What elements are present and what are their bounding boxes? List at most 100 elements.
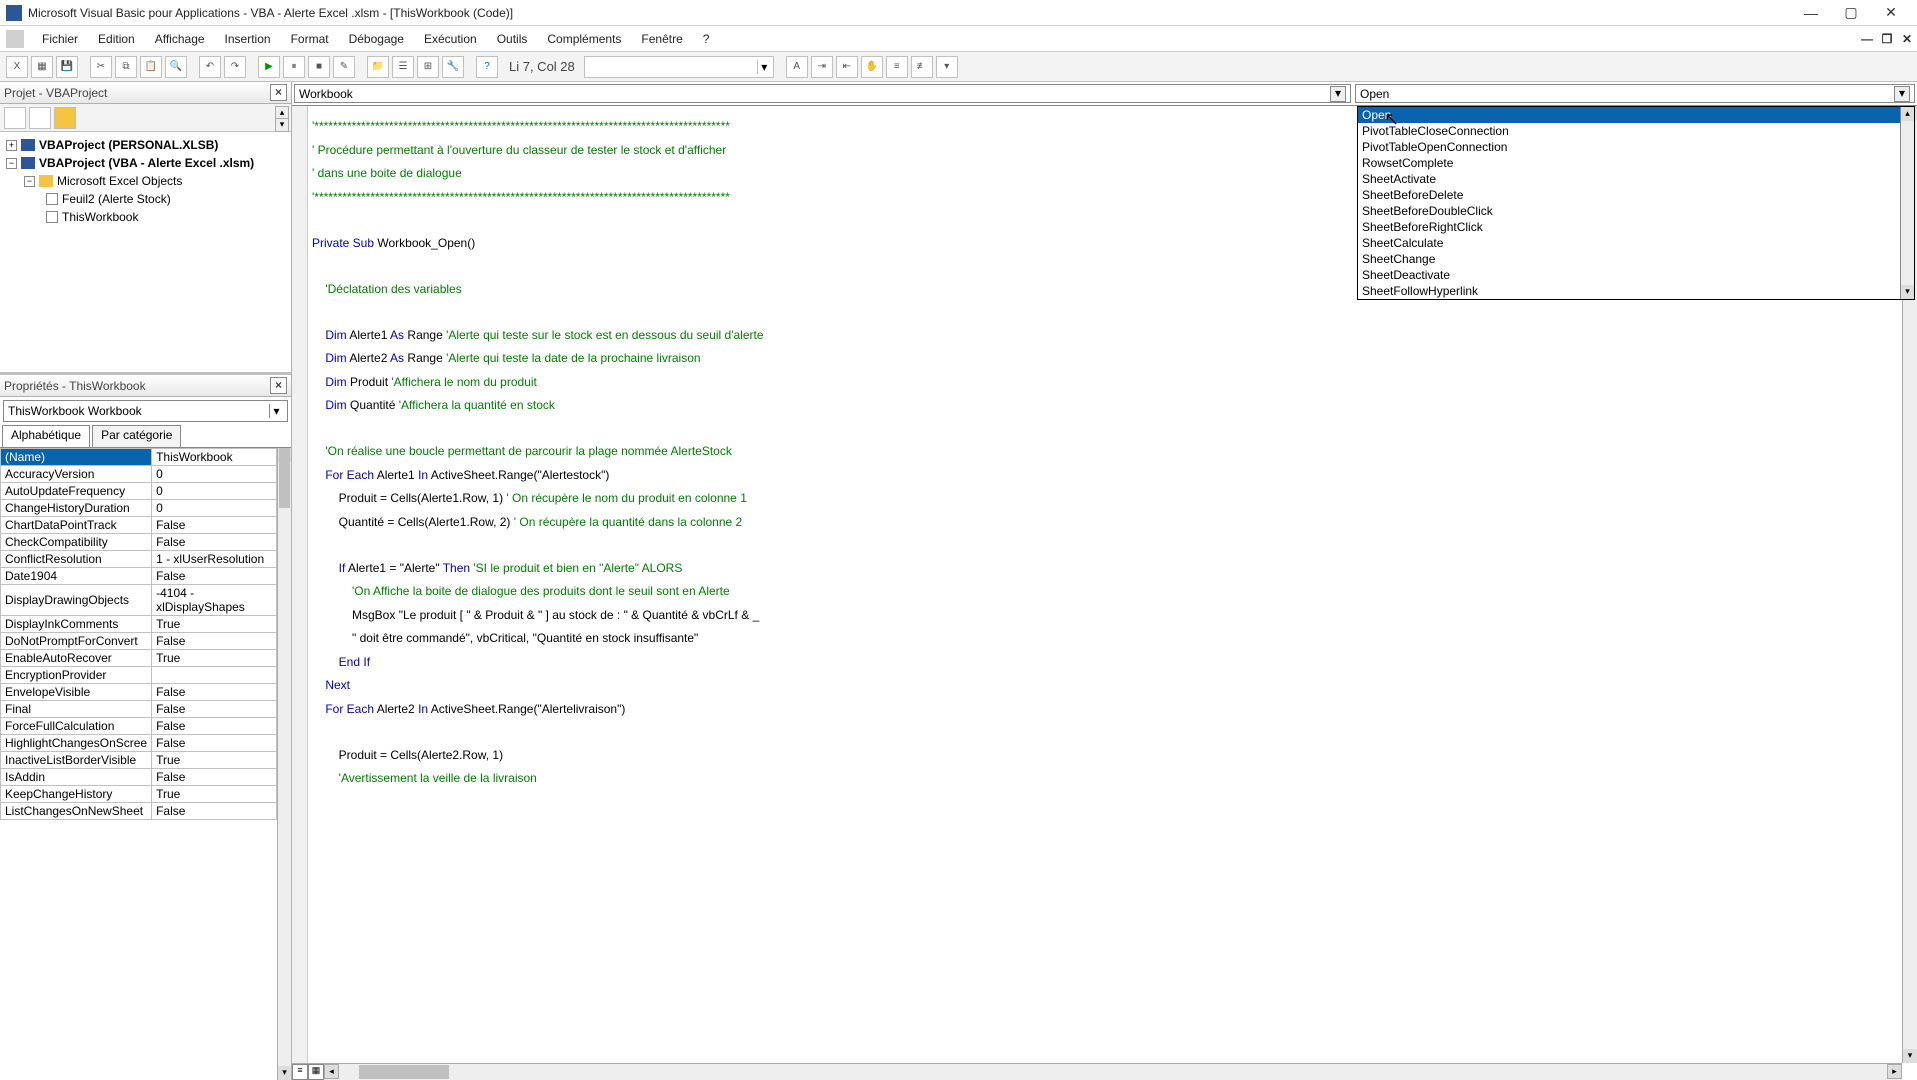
property-row[interactable]: DisplayDrawingObjects-4104 - xlDisplaySh… bbox=[1, 585, 277, 616]
project-folder-excel-objects[interactable]: −Microsoft Excel Objects bbox=[2, 172, 289, 190]
toolbox-button[interactable]: 🔧 bbox=[442, 56, 464, 78]
doc-restore-button[interactable]: ❐ bbox=[1877, 32, 1897, 46]
property-row[interactable]: ChartDataPointTrackFalse bbox=[1, 517, 277, 534]
menu-execution[interactable]: Exécution bbox=[414, 32, 487, 46]
design-mode-button[interactable]: ✎ bbox=[333, 56, 355, 78]
view-excel-button[interactable]: X bbox=[6, 56, 28, 78]
dropdown-option[interactable]: SheetBeforeRightClick bbox=[1358, 219, 1914, 235]
menu-outils[interactable]: Outils bbox=[487, 32, 538, 46]
uncomment-button[interactable]: ≢ bbox=[911, 56, 933, 78]
scroll-left-icon[interactable]: ◂ bbox=[324, 1064, 339, 1079]
property-row[interactable]: EnvelopeVisibleFalse bbox=[1, 684, 277, 701]
property-value[interactable]: False bbox=[152, 568, 277, 585]
run-button[interactable]: ▶ bbox=[258, 56, 280, 78]
property-value[interactable]: 1 - xlUserResolution bbox=[152, 551, 277, 568]
property-value[interactable]: ThisWorkbook bbox=[152, 449, 277, 466]
view-object-button[interactable] bbox=[29, 107, 51, 129]
view-code-button[interactable] bbox=[4, 107, 26, 129]
property-value[interactable]: -4104 - xlDisplayShapes bbox=[152, 585, 277, 616]
property-value[interactable]: False bbox=[152, 684, 277, 701]
dropdown-option[interactable]: PivotTableOpenConnection bbox=[1358, 139, 1914, 155]
comment-button[interactable]: ≡ bbox=[886, 56, 908, 78]
property-row[interactable]: HighlightChangesOnScreeFalse bbox=[1, 735, 277, 752]
outdent-button[interactable]: ⇤ bbox=[836, 56, 858, 78]
property-value[interactable]: True bbox=[152, 752, 277, 769]
dropdown-option[interactable]: SheetBeforeDoubleClick bbox=[1358, 203, 1914, 219]
save-button[interactable]: 💾 bbox=[56, 56, 78, 78]
toggle-folders-button[interactable] bbox=[54, 107, 76, 129]
dropdown-option[interactable]: SheetBeforeDelete bbox=[1358, 187, 1914, 203]
property-row[interactable]: IsAddinFalse bbox=[1, 769, 277, 786]
property-row[interactable]: KeepChangeHistoryTrue bbox=[1, 786, 277, 803]
paste-button[interactable]: 📋 bbox=[140, 56, 162, 78]
scroll-up-icon[interactable]: ▴ bbox=[1901, 107, 1914, 121]
menu-insertion[interactable]: Insertion bbox=[215, 32, 281, 46]
property-value[interactable]: 0 bbox=[152, 500, 277, 517]
procedure-dropdown[interactable]: Open PivotTableCloseConnection PivotTabl… bbox=[1357, 106, 1915, 300]
insert-module-button[interactable]: ▦ bbox=[31, 56, 53, 78]
property-value[interactable]: False bbox=[152, 701, 277, 718]
close-button[interactable]: ✕ bbox=[1871, 0, 1911, 26]
project-item-feuil2[interactable]: Feuil2 (Alerte Stock) bbox=[2, 190, 289, 208]
property-row[interactable]: ForceFullCalculationFalse bbox=[1, 718, 277, 735]
project-pane-close-button[interactable]: × bbox=[270, 84, 287, 101]
property-row[interactable]: Date1904False bbox=[1, 568, 277, 585]
property-value[interactable]: 0 bbox=[152, 466, 277, 483]
menu-edition[interactable]: Edition bbox=[88, 32, 145, 46]
procedure-combo[interactable]: Open ▾ bbox=[1355, 84, 1915, 103]
copy-button[interactable]: ⧉ bbox=[115, 56, 137, 78]
property-row[interactable]: (Name)ThisWorkbook bbox=[1, 449, 277, 466]
dropdown-option-open[interactable]: Open bbox=[1358, 107, 1914, 123]
property-value[interactable]: True bbox=[152, 786, 277, 803]
project-node-personal[interactable]: +VBAProject (PERSONAL.XLSB) bbox=[2, 136, 289, 154]
minimize-button[interactable]: — bbox=[1791, 0, 1831, 26]
dropdown-option[interactable]: PivotTableCloseConnection bbox=[1358, 123, 1914, 139]
object-combo[interactable]: Workbook ▾ bbox=[294, 84, 1351, 103]
maximize-button[interactable]: ▢ bbox=[1831, 0, 1871, 26]
scroll-thumb[interactable] bbox=[359, 1065, 449, 1079]
doc-close-button[interactable]: ✕ bbox=[1897, 32, 1917, 46]
property-value[interactable]: False bbox=[152, 517, 277, 534]
menu-format[interactable]: Format bbox=[281, 32, 339, 46]
property-value[interactable]: False bbox=[152, 735, 277, 752]
proc-combo[interactable]: ▾ bbox=[584, 56, 774, 78]
dropdown-option[interactable]: SheetChange bbox=[1358, 251, 1914, 267]
property-row[interactable]: DisplayInkCommentsTrue bbox=[1, 616, 277, 633]
undo-button[interactable]: ↶ bbox=[199, 56, 221, 78]
property-value[interactable]: False bbox=[152, 534, 277, 551]
property-value[interactable]: True bbox=[152, 616, 277, 633]
menu-fichier[interactable]: Fichier bbox=[32, 32, 88, 46]
project-tree[interactable]: +VBAProject (PERSONAL.XLSB) −VBAProject … bbox=[0, 132, 291, 372]
indent-button[interactable]: ⇥ bbox=[811, 56, 833, 78]
hand-button[interactable]: ✋ bbox=[861, 56, 883, 78]
property-row[interactable]: DoNotPromptForConvertFalse bbox=[1, 633, 277, 650]
scroll-down-icon[interactable]: ▾ bbox=[1901, 285, 1914, 299]
menu-debogage[interactable]: Débogage bbox=[339, 32, 414, 46]
menu-help[interactable]: ? bbox=[693, 32, 720, 46]
dropdown-option[interactable]: RowsetComplete bbox=[1358, 155, 1914, 171]
reset-button[interactable]: ■ bbox=[308, 56, 330, 78]
property-row[interactable]: CheckCompatibilityFalse bbox=[1, 534, 277, 551]
extra-button[interactable]: ▾ bbox=[936, 56, 958, 78]
scroll-down-icon[interactable]: ▾ bbox=[1903, 1049, 1917, 1063]
font-size-button[interactable]: A bbox=[786, 56, 808, 78]
property-value[interactable]: False bbox=[152, 769, 277, 786]
dropdown-scrollbar[interactable]: ▴ ▾ bbox=[1900, 107, 1914, 299]
property-row[interactable]: EncryptionProvider bbox=[1, 667, 277, 684]
properties-pane-close-button[interactable]: × bbox=[270, 377, 287, 394]
cut-button[interactable]: ✂ bbox=[90, 56, 112, 78]
properties-scrollbar[interactable]: ▴ ▾ bbox=[277, 448, 291, 1080]
scroll-right-icon[interactable]: ▸ bbox=[1887, 1064, 1902, 1079]
property-value[interactable]: False bbox=[152, 718, 277, 735]
project-scroll-down[interactable]: ▾ bbox=[275, 118, 289, 132]
property-row[interactable]: ConflictResolution1 - xlUserResolution bbox=[1, 551, 277, 568]
property-value[interactable]: False bbox=[152, 803, 277, 820]
help-button[interactable]: ? bbox=[476, 56, 498, 78]
properties-grid[interactable]: (Name)ThisWorkbookAccuracyVersion0AutoUp… bbox=[0, 447, 291, 1080]
property-row[interactable]: AccuracyVersion0 bbox=[1, 466, 277, 483]
property-row[interactable]: FinalFalse bbox=[1, 701, 277, 718]
doc-minimize-button[interactable]: — bbox=[1857, 32, 1877, 46]
property-value[interactable]: False bbox=[152, 633, 277, 650]
properties-window-button[interactable]: ☰ bbox=[392, 56, 414, 78]
properties-object-select[interactable]: ThisWorkbook Workbook ▾ bbox=[3, 400, 288, 422]
